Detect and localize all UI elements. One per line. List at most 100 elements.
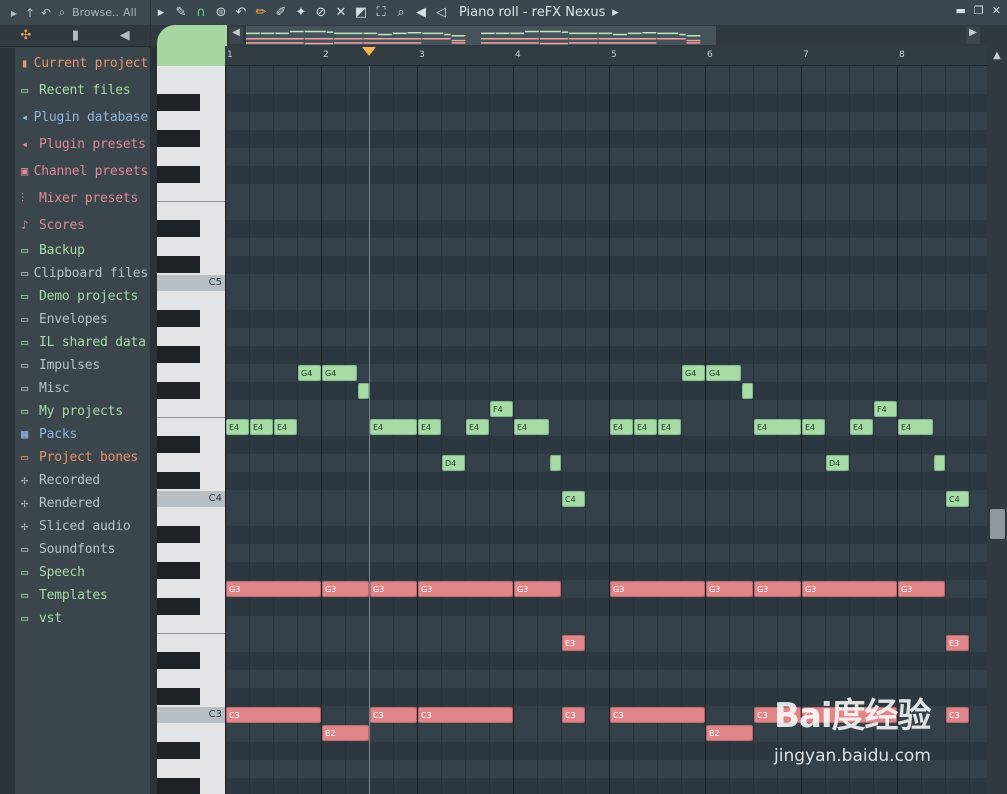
browser-item[interactable]: ▣ Channel presets (21, 160, 148, 182)
tab-files-icon[interactable]: ▮ (72, 28, 79, 43)
note[interactable]: C3 (946, 707, 969, 723)
note[interactable]: E4 (898, 419, 933, 435)
search-icon[interactable]: ⌕ (56, 5, 68, 20)
note[interactable]: C3 (754, 707, 801, 723)
note[interactable]: G3 (370, 581, 417, 597)
browser-item[interactable]: ▭ Envelopes (21, 308, 148, 330)
playhead-marker-icon[interactable] (362, 47, 376, 56)
note[interactable]: G4 (706, 365, 741, 381)
up-arrow-icon[interactable]: ↑ (24, 6, 36, 20)
piano-keyboard[interactable]: C5 C4 C3 (157, 66, 225, 794)
note[interactable]: B2 (322, 725, 369, 741)
note[interactable]: E4 (754, 419, 801, 435)
vertical-scroll-thumb[interactable] (990, 509, 1005, 539)
expand-arrow-icon[interactable]: ▸ (8, 6, 20, 20)
note[interactable]: C3 (802, 707, 897, 723)
note[interactable]: E4 (466, 419, 489, 435)
black-key[interactable] (157, 130, 200, 147)
black-key[interactable] (157, 166, 200, 183)
browser-item[interactable]: ▦ Packs (21, 423, 148, 445)
note[interactable]: C3 (562, 707, 585, 723)
note[interactable]: G3 (754, 581, 801, 597)
note[interactable]: G4 (682, 365, 705, 381)
browser-item[interactable]: ▮ Current project (21, 52, 148, 74)
browser-item[interactable]: ⫶ Mixer presets (21, 187, 148, 209)
delete-icon[interactable]: ⊘ (311, 5, 331, 20)
slice-icon[interactable]: ◩ (351, 5, 371, 20)
bar-ruler[interactable]: 1 2 3 4 5 6 7 8 (225, 46, 987, 66)
black-key[interactable] (157, 598, 200, 615)
note[interactable]: E4 (226, 419, 249, 435)
note[interactable] (550, 455, 561, 471)
note[interactable]: G3 (226, 581, 321, 597)
browser-item[interactable]: ✢ Recorded (21, 469, 148, 491)
tab-all-icon[interactable]: ✣ (20, 28, 31, 43)
magnet-icon[interactable]: ∩ (191, 5, 211, 20)
browser-item[interactable]: ▭ My projects (21, 400, 148, 422)
menu-icon[interactable]: ⊜ (211, 5, 231, 20)
note[interactable]: G3 (898, 581, 945, 597)
title-arrow-icon[interactable]: ▸ (605, 5, 625, 20)
browser-item[interactable]: ♪ Scores (21, 214, 148, 236)
note[interactable] (742, 383, 753, 399)
note[interactable]: C3 (226, 707, 321, 723)
note[interactable]: E4 (610, 419, 633, 435)
vertical-scrollbar[interactable] (987, 66, 1007, 794)
note[interactable]: E4 (802, 419, 825, 435)
browser-item[interactable]: ✢ Rendered (21, 492, 148, 514)
note[interactable]: E4 (274, 419, 297, 435)
playback-icon[interactable]: ◀ (411, 5, 431, 20)
browser-item[interactable]: ▭ Recent files (21, 79, 148, 101)
note[interactable]: G3 (322, 581, 369, 597)
black-key[interactable] (157, 778, 200, 794)
note[interactable]: E4 (850, 419, 873, 435)
note[interactable]: G4 (322, 365, 357, 381)
pencil-icon[interactable]: ✏ (251, 5, 271, 20)
note[interactable]: G3 (514, 581, 561, 597)
browser-item[interactable]: ▭ IL shared data (21, 331, 148, 353)
browser-filter[interactable]: All (123, 6, 137, 19)
note[interactable]: E4 (370, 419, 417, 435)
speaker-icon[interactable]: ◁ (431, 5, 451, 20)
black-key[interactable] (157, 310, 200, 327)
wrench-icon[interactable]: ✎ (171, 5, 191, 20)
tool-corner[interactable] (157, 25, 227, 46)
note-grid[interactable]: G4 G4 E4 E4 E4 E4 E4 D4 E4 F4 E4 C4 E4 E4 E4 G4 G4 E4 E4 D4… (225, 66, 987, 794)
black-key[interactable] (157, 256, 200, 273)
mute-icon[interactable]: ✕ (331, 5, 351, 20)
browser-item[interactable]: ▭ Demo projects (21, 285, 148, 307)
note[interactable]: G4 (298, 365, 321, 381)
black-key[interactable] (157, 382, 200, 399)
close-icon[interactable]: ✕ (992, 4, 1001, 17)
black-key[interactable] (157, 526, 200, 543)
zoom-select-icon[interactable]: ⛶ (371, 5, 391, 20)
browser-item[interactable]: ▭ Speech (21, 561, 148, 583)
black-key[interactable] (157, 220, 200, 237)
note[interactable]: C3 (418, 707, 513, 723)
note[interactable]: F4 (874, 401, 897, 417)
note[interactable]: F4 (490, 401, 513, 417)
black-key[interactable] (157, 742, 200, 759)
note[interactable]: D4 (826, 455, 849, 471)
scroll-left-icon[interactable]: ◀ (229, 27, 243, 44)
note[interactable]: G3 (418, 581, 513, 597)
note[interactable]: E4 (250, 419, 273, 435)
browser-item[interactable]: ◂ Plugin database (21, 106, 148, 128)
note[interactable]: C4 (946, 491, 969, 507)
black-key[interactable] (157, 652, 200, 669)
black-key[interactable] (157, 688, 200, 705)
scroll-right-icon[interactable]: ▶ (966, 27, 980, 44)
note[interactable]: G3 (802, 581, 897, 597)
zoom-icon[interactable]: ⌕ (391, 5, 411, 20)
browser-item[interactable]: ▭ Templates (21, 584, 148, 606)
black-key[interactable] (157, 436, 200, 453)
note[interactable]: E4 (634, 419, 657, 435)
browser-item[interactable]: ▭ Misc (21, 377, 148, 399)
note[interactable]: E4 (418, 419, 441, 435)
menu-arrow-icon[interactable]: ▸ (151, 5, 171, 20)
black-key[interactable] (157, 562, 200, 579)
scroll-up-icon[interactable]: ▲ (987, 46, 1007, 66)
note[interactable]: E4 (514, 419, 549, 435)
note[interactable]: G3 (610, 581, 705, 597)
note[interactable]: E3 (562, 635, 585, 651)
